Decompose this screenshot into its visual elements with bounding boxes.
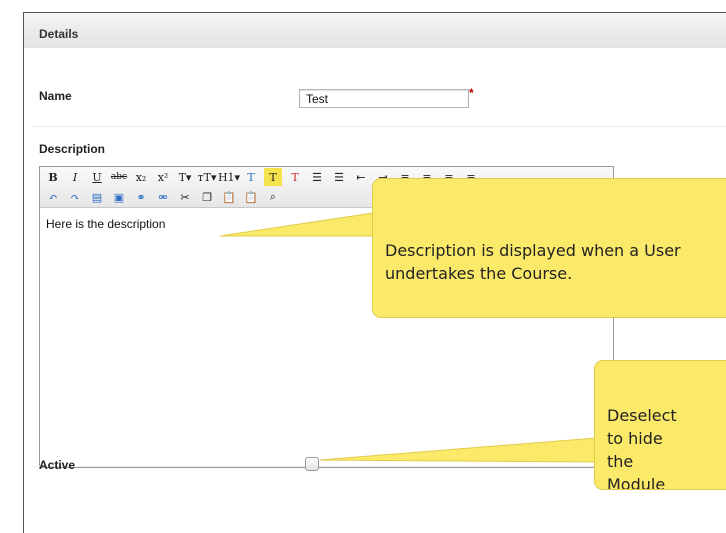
- paste-text-icon[interactable]: 📋: [242, 188, 260, 206]
- panel-header: Details: [24, 13, 726, 48]
- active-callout-text: Deselect to hide the Module from Users.: [607, 406, 677, 490]
- unlink-icon[interactable]: ⚮: [154, 188, 172, 206]
- description-callout-text: Description is displayed when a User und…: [385, 241, 681, 283]
- highlight-icon[interactable]: T: [264, 168, 282, 186]
- panel-title: Details: [39, 27, 79, 41]
- bullet-list-icon[interactable]: ☰: [308, 168, 326, 186]
- redo-icon[interactable]: ↷: [66, 188, 84, 206]
- description-label: Description: [39, 142, 106, 156]
- active-label: Active: [39, 458, 76, 472]
- find-icon[interactable]: ⌕: [264, 188, 282, 206]
- italic-icon[interactable]: I: [66, 168, 84, 186]
- cut-icon[interactable]: ✂: [176, 188, 194, 206]
- strikethrough-icon[interactable]: abc: [110, 168, 128, 186]
- name-input[interactable]: [299, 89, 469, 108]
- link-icon[interactable]: ⚭: [132, 188, 150, 206]
- divider: [32, 126, 726, 127]
- text-color-icon[interactable]: T: [242, 168, 260, 186]
- toolbar-row-2: ↶ ↷ ▤ ▣ ⚭ ⚮ ✂ ❐ 📋 📋 ⌕: [44, 187, 286, 207]
- bold-icon[interactable]: B: [44, 168, 62, 186]
- subscript-icon[interactable]: x₂: [132, 168, 150, 186]
- image-icon[interactable]: ▣: [110, 188, 128, 206]
- active-callout: Deselect to hide the Module from Users.: [594, 360, 726, 490]
- outdent-icon[interactable]: ⇤: [352, 168, 370, 186]
- heading-icon[interactable]: H1▾: [218, 168, 240, 186]
- underline-icon[interactable]: U: [88, 168, 106, 186]
- font-family-icon[interactable]: T▾: [176, 168, 194, 186]
- description-callout: Description is displayed when a User und…: [372, 178, 726, 318]
- copy-icon[interactable]: ❐: [198, 188, 216, 206]
- clear-format-icon[interactable]: T: [286, 168, 304, 186]
- undo-icon[interactable]: ↶: [44, 188, 62, 206]
- active-checkbox[interactable]: [305, 457, 319, 471]
- superscript-icon[interactable]: x²: [154, 168, 172, 186]
- numbered-list-icon[interactable]: ☰: [330, 168, 348, 186]
- font-size-icon[interactable]: тT▾: [198, 168, 217, 186]
- horizontal-rule-icon[interactable]: ▤: [88, 188, 106, 206]
- required-marker: *: [469, 86, 474, 100]
- paste-icon[interactable]: 📋: [220, 188, 238, 206]
- name-label: Name: [39, 89, 72, 103]
- description-text[interactable]: Here is the description: [46, 217, 165, 231]
